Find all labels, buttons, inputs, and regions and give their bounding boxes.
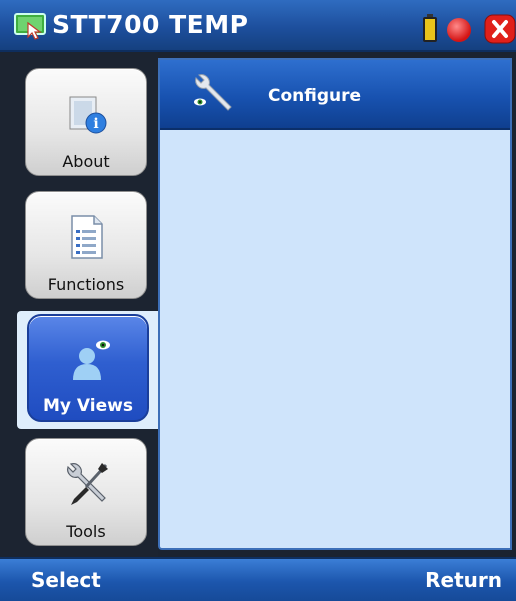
record-icon: [447, 18, 471, 42]
user-view-icon: [73, 340, 110, 380]
list-document-icon: [71, 215, 103, 259]
sidebar-item-tools[interactable]: Tools: [25, 438, 147, 546]
select-button[interactable]: Select: [31, 568, 101, 592]
wrench-eye-icon: [194, 74, 232, 111]
app-title: STT700 TEMP: [52, 10, 249, 39]
app-monitor-icon: [14, 13, 46, 40]
wrench-screwdriver-icon: [67, 463, 108, 505]
list-item-label: Configure: [268, 86, 362, 106]
return-button[interactable]: Return: [425, 568, 502, 592]
sidebar-item-about[interactable]: i About: [25, 68, 147, 176]
sidebar-item-label: My Views: [43, 396, 133, 416]
sidebar-item-label: Tools: [66, 522, 106, 541]
softkey-bar: Select Return: [0, 557, 516, 601]
info-document-icon: i: [69, 96, 107, 134]
sidebar-item-my-views[interactable]: My Views: [27, 314, 149, 422]
close-icon[interactable]: [484, 14, 516, 44]
content-panel: Configure: [158, 58, 512, 550]
sidebar-item-functions[interactable]: Functions: [25, 191, 147, 299]
battery-icon: [423, 14, 437, 42]
title-bar: STT700 TEMP: [0, 0, 516, 52]
sidebar-item-label: About: [62, 152, 110, 171]
list-item-configure[interactable]: Configure: [160, 60, 510, 130]
svg-text:i: i: [93, 116, 98, 132]
sidebar-item-label: Functions: [47, 275, 125, 294]
sidebar: i About Functions My Views Tools: [0, 52, 158, 557]
